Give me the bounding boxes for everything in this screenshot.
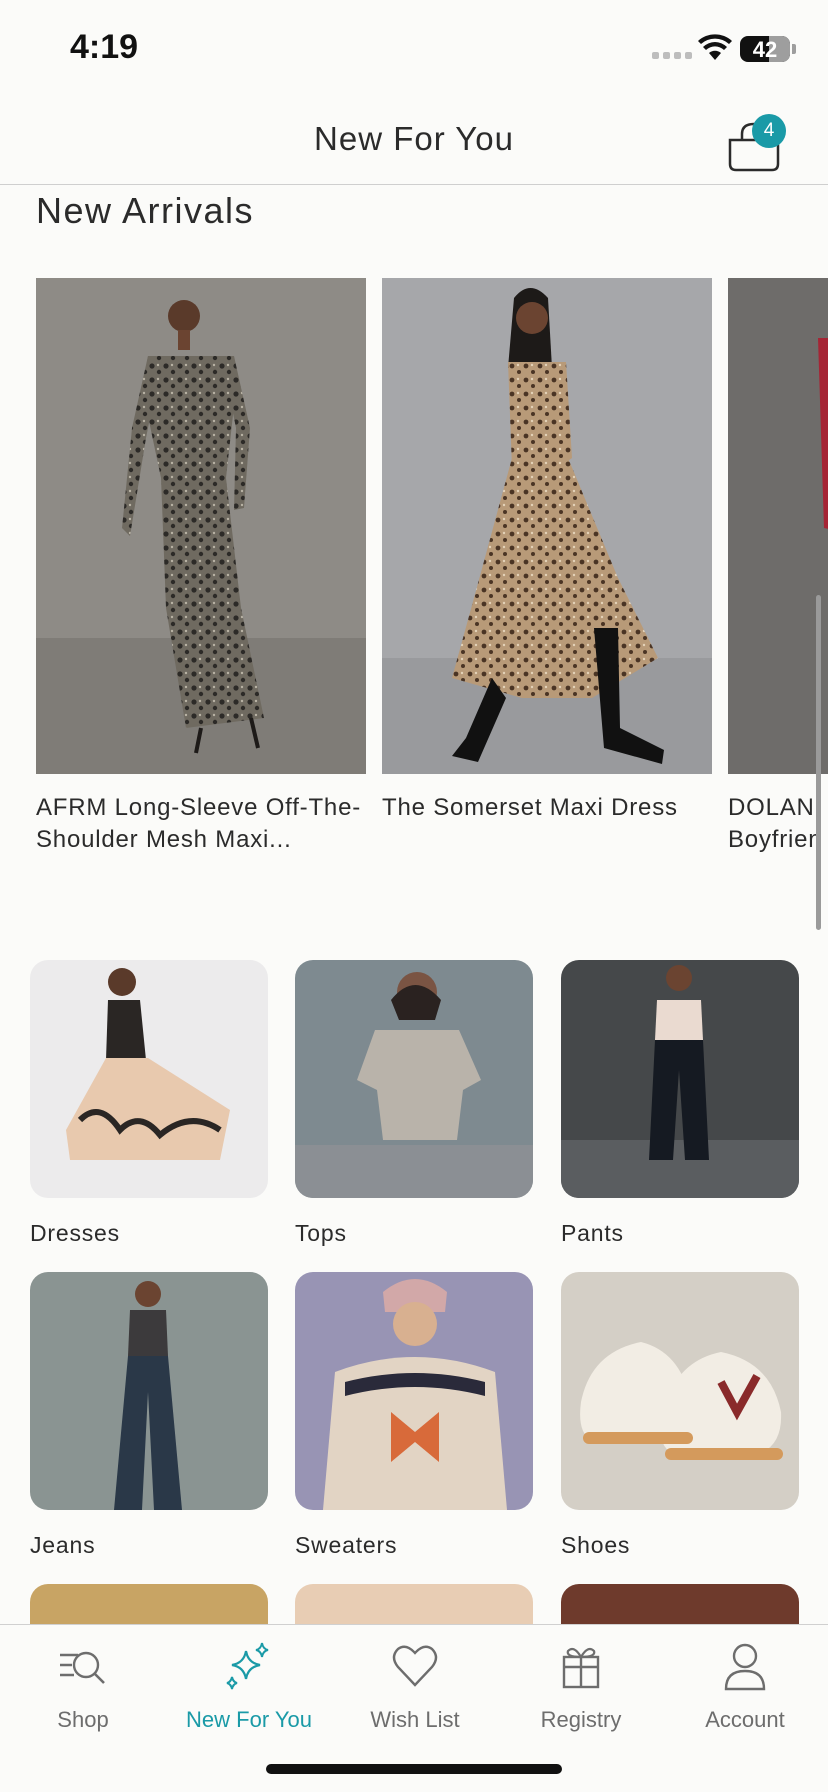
tab-label: Wish List [370,1707,460,1732]
battery-level: 42 [752,37,778,62]
category-pants[interactable]: Pants [561,960,799,1247]
category-image[interactable] [30,960,268,1198]
product-name[interactable]: The Somerset Maxi Dress [382,792,712,824]
category-tops[interactable]: Tops [295,960,533,1247]
heart-icon [392,1645,438,1687]
tab-label: Registry [540,1707,622,1732]
cellular-signal-icon [652,52,692,59]
product-image[interactable] [36,278,366,774]
tab-account[interactable]: Account [662,1625,828,1745]
category-image[interactable] [561,960,799,1198]
sparkles-icon [226,1642,269,1690]
tab-shop[interactable]: Shop [0,1625,166,1745]
category-dresses[interactable]: Dresses [30,960,268,1247]
category-image[interactable] [295,960,533,1198]
category-tile[interactable] [295,1584,533,1624]
category-label[interactable]: Tops [295,1220,533,1247]
product-image[interactable] [382,278,712,774]
nav-header: New For You 4 [0,100,828,185]
product-card[interactable]: AFRM Long-Sleeve Off-The-Shoulder Mesh M… [36,278,366,856]
category-image[interactable] [295,1272,533,1510]
tab-label: Shop [57,1707,109,1732]
tab-wish-list[interactable]: Wish List [332,1625,498,1745]
category-image[interactable] [561,1584,799,1624]
tab-label: New For You [186,1707,312,1732]
battery-icon: 42 [740,36,790,62]
person-icon [724,1643,766,1691]
product-name[interactable]: DOLAN Boyfrien [728,792,828,856]
wifi-icon [698,34,732,60]
category-label[interactable]: Pants [561,1220,799,1247]
page-title: New For You [314,120,514,157]
status-bar: 4:19 42 [0,0,828,100]
tab-registry[interactable]: Registry [498,1625,664,1745]
section-title-new-arrivals: New Arrivals [36,190,255,231]
category-tile[interactable] [561,1584,799,1624]
tab-new-for-you[interactable]: New For You [166,1625,332,1745]
scrollbar[interactable] [816,595,821,930]
category-image[interactable] [30,1584,268,1624]
product-card[interactable]: DOLAN Boyfrien [728,278,828,856]
shop-search-icon [60,1651,105,1684]
category-sweaters[interactable]: Sweaters [295,1272,533,1559]
product-image[interactable] [728,278,828,774]
product-name[interactable]: AFRM Long-Sleeve Off-The-Shoulder Mesh M… [36,792,366,856]
status-time: 4:19 [70,28,139,66]
category-tile[interactable] [30,1584,268,1624]
category-image[interactable] [295,1584,533,1624]
category-image[interactable] [561,1272,799,1510]
category-jeans[interactable]: Jeans [30,1272,268,1559]
cart-count-badge: 4 [752,114,786,148]
gift-icon [562,1647,600,1689]
new-arrivals-carousel[interactable]: AFRM Long-Sleeve Off-The-Shoulder Mesh M… [36,278,828,878]
tab-label: Account [705,1707,785,1732]
product-card[interactable]: The Somerset Maxi Dress [382,278,712,824]
category-label[interactable]: Shoes [561,1532,799,1559]
category-image[interactable] [30,1272,268,1510]
category-label[interactable]: Sweaters [295,1532,533,1559]
category-label[interactable]: Dresses [30,1220,268,1247]
home-indicator[interactable] [266,1764,562,1774]
category-label[interactable]: Jeans [30,1532,268,1559]
category-shoes[interactable]: Shoes [561,1272,799,1559]
